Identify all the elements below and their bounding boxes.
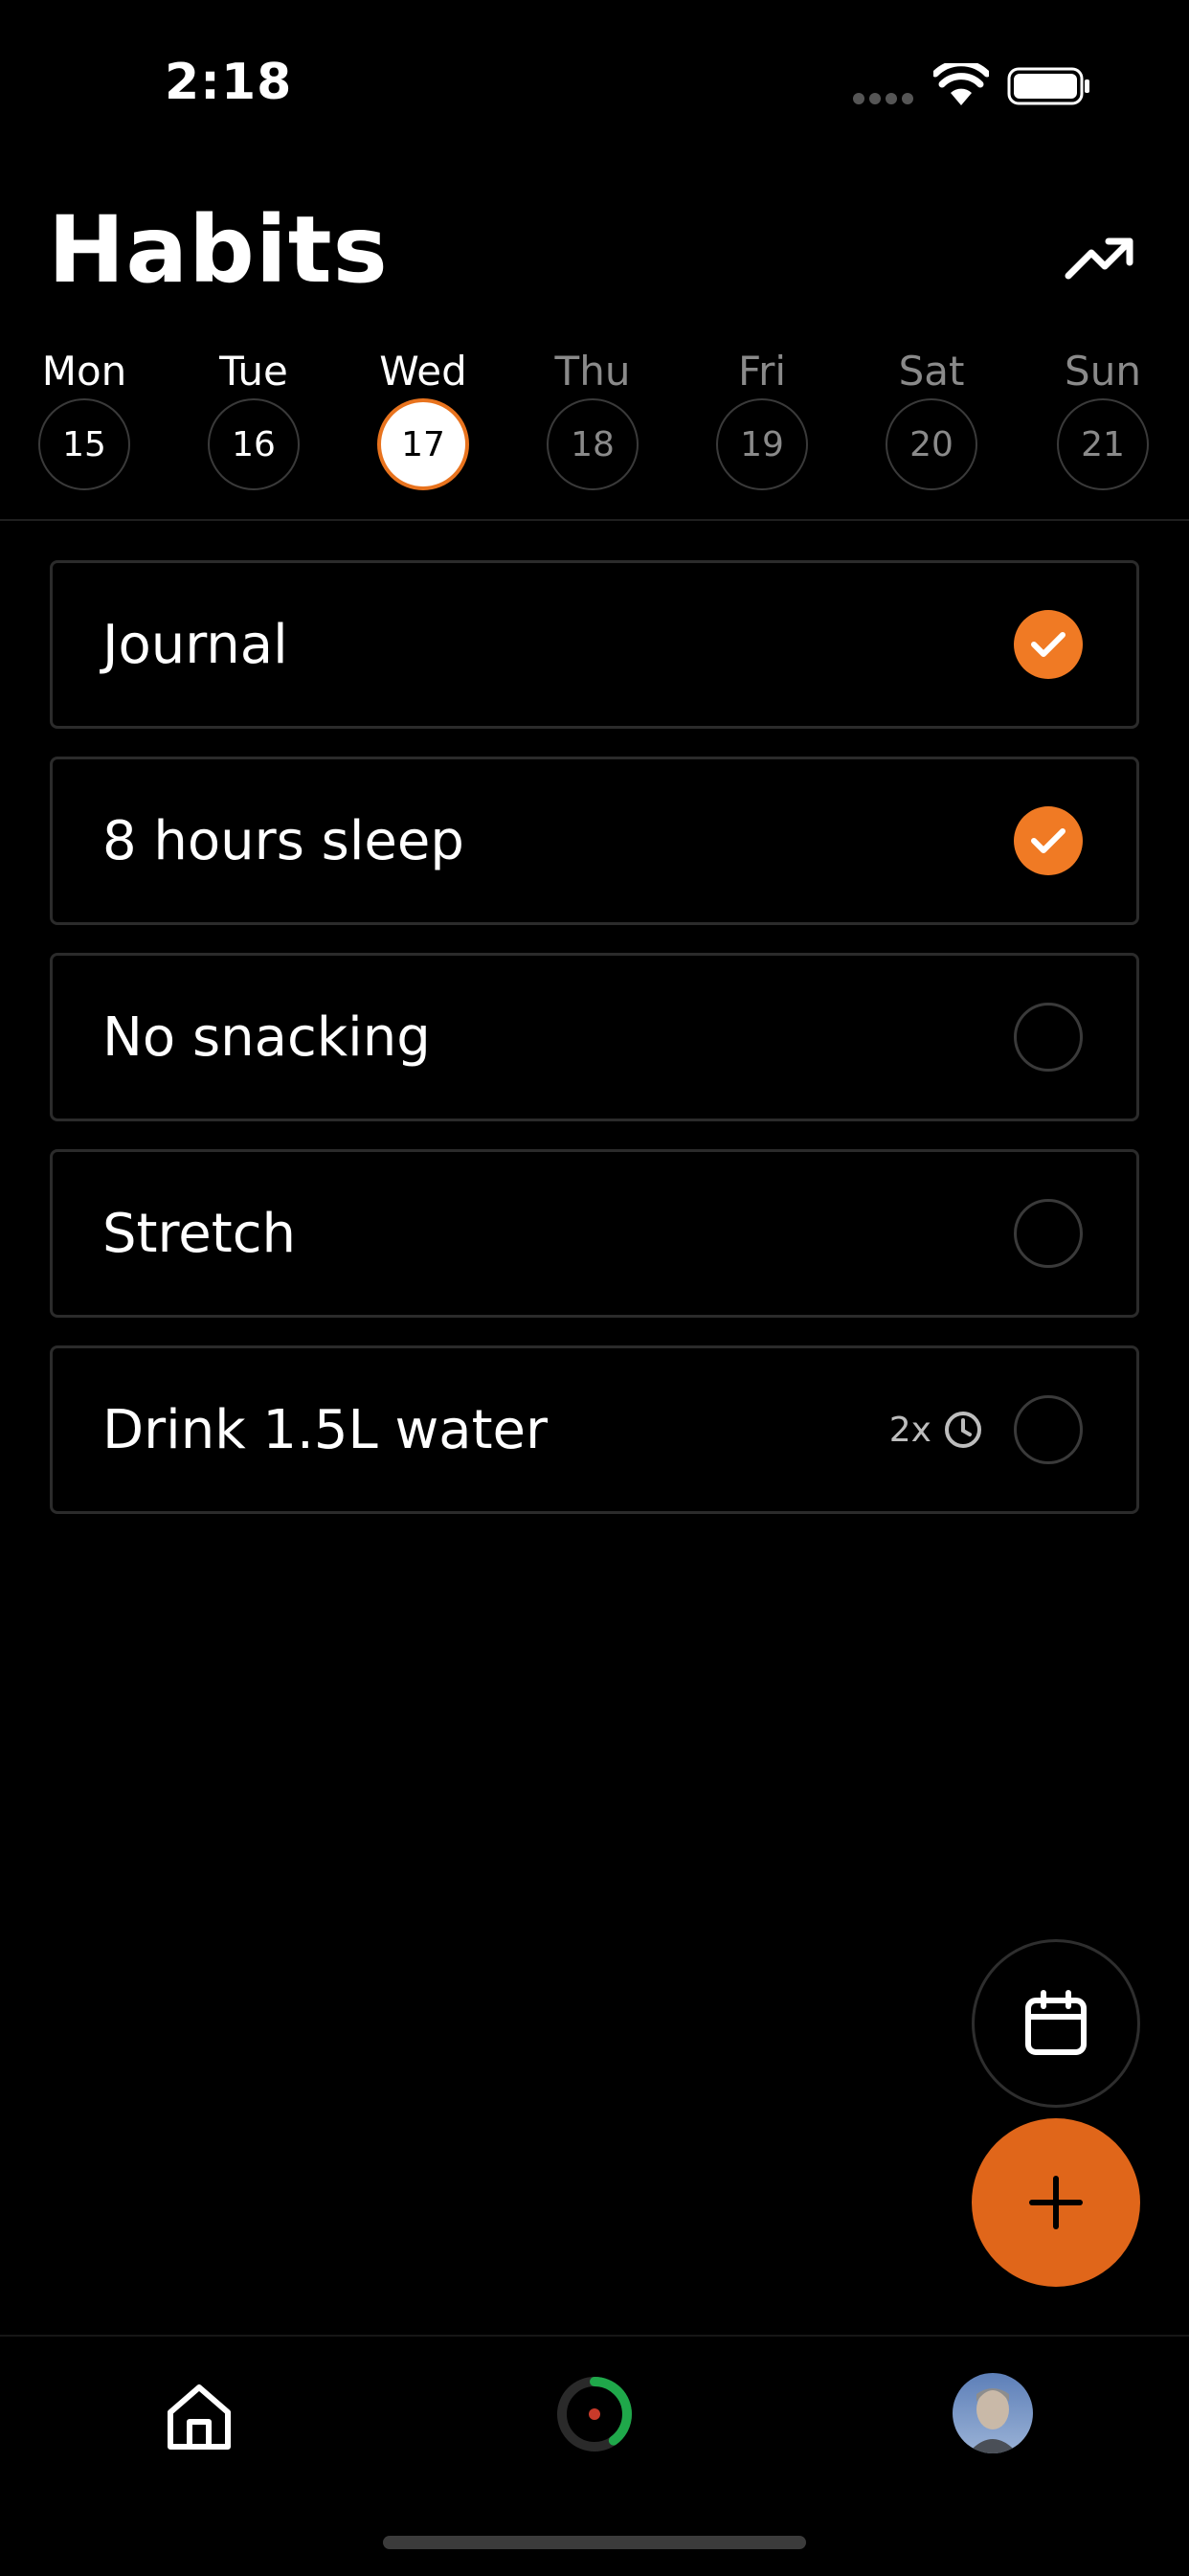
day-name: Tue xyxy=(219,348,288,395)
avatar[interactable] xyxy=(953,2373,1033,2453)
divider xyxy=(0,519,1189,521)
day-name: Sun xyxy=(1065,348,1141,395)
day-name: Thu xyxy=(554,348,631,395)
habit-label: Stretch xyxy=(102,1202,296,1265)
day-name: Sat xyxy=(898,348,965,395)
calendar-icon xyxy=(1025,1990,1087,2055)
habit-card[interactable]: Drink 1.5L water 2x xyxy=(50,1345,1139,1514)
day-tue[interactable]: Tue 16 xyxy=(187,345,321,490)
reminder-count: 2x xyxy=(888,1410,931,1450)
status-bar: 2:18 xyxy=(0,0,1189,172)
day-sat[interactable]: Sat 20 xyxy=(864,345,998,490)
day-date: 17 xyxy=(377,398,469,490)
habit-checkbox[interactable] xyxy=(1014,1395,1083,1464)
checkmark-icon xyxy=(1031,632,1066,657)
habit-checkbox-checked[interactable] xyxy=(1014,806,1083,875)
habit-label: Drink 1.5L water xyxy=(102,1398,549,1461)
day-date: 21 xyxy=(1057,398,1149,490)
day-date: 16 xyxy=(208,398,300,490)
checkmark-icon xyxy=(1031,828,1066,853)
day-sun[interactable]: Sun 21 xyxy=(1036,345,1170,490)
battery-icon xyxy=(1007,67,1089,105)
day-date: 18 xyxy=(547,398,639,490)
day-fri[interactable]: Fri 19 xyxy=(695,345,829,490)
clock-icon xyxy=(945,1412,981,1448)
habit-label: 8 hours sleep xyxy=(102,809,464,872)
day-mon[interactable]: Mon 15 xyxy=(17,345,151,490)
habit-checkbox[interactable] xyxy=(1014,1199,1083,1268)
habit-card[interactable]: Journal xyxy=(50,560,1139,729)
page-title: Habits xyxy=(48,196,389,304)
cellular-signal-icon xyxy=(853,93,913,104)
day-name: Mon xyxy=(41,348,127,395)
calendar-button[interactable] xyxy=(972,1939,1140,2108)
add-habit-button[interactable] xyxy=(972,2118,1140,2287)
wifi-icon xyxy=(933,63,989,105)
day-thu[interactable]: Thu 18 xyxy=(526,345,660,490)
habit-card[interactable]: No snacking xyxy=(50,953,1139,1121)
day-date: 20 xyxy=(886,398,977,490)
habit-checkbox[interactable] xyxy=(1014,1003,1083,1072)
home-icon[interactable] xyxy=(163,2380,236,2452)
habit-card[interactable]: 8 hours sleep xyxy=(50,757,1139,925)
plus-icon xyxy=(1029,2176,1083,2229)
day-date: 15 xyxy=(38,398,130,490)
habit-checkbox-checked[interactable] xyxy=(1014,610,1083,679)
habit-label: No snacking xyxy=(102,1006,431,1069)
habit-card[interactable]: Stretch xyxy=(50,1149,1139,1318)
day-name: Wed xyxy=(379,348,467,395)
habit-label: Journal xyxy=(102,613,288,676)
avatar-image xyxy=(953,2373,1033,2453)
home-indicator xyxy=(383,2536,806,2549)
status-time: 2:18 xyxy=(165,54,293,111)
progress-ring-icon[interactable] xyxy=(553,2373,636,2455)
reminder-badge: 2x xyxy=(889,1410,983,1450)
day-wed[interactable]: Wed 17 xyxy=(356,345,490,490)
trending-up-icon[interactable] xyxy=(1063,230,1139,287)
day-name: Fri xyxy=(737,348,787,395)
day-date: 19 xyxy=(716,398,808,490)
week-selector: Mon 15 Tue 16 Wed 17 Thu 18 Fri 19 Sat 2… xyxy=(0,345,1189,498)
